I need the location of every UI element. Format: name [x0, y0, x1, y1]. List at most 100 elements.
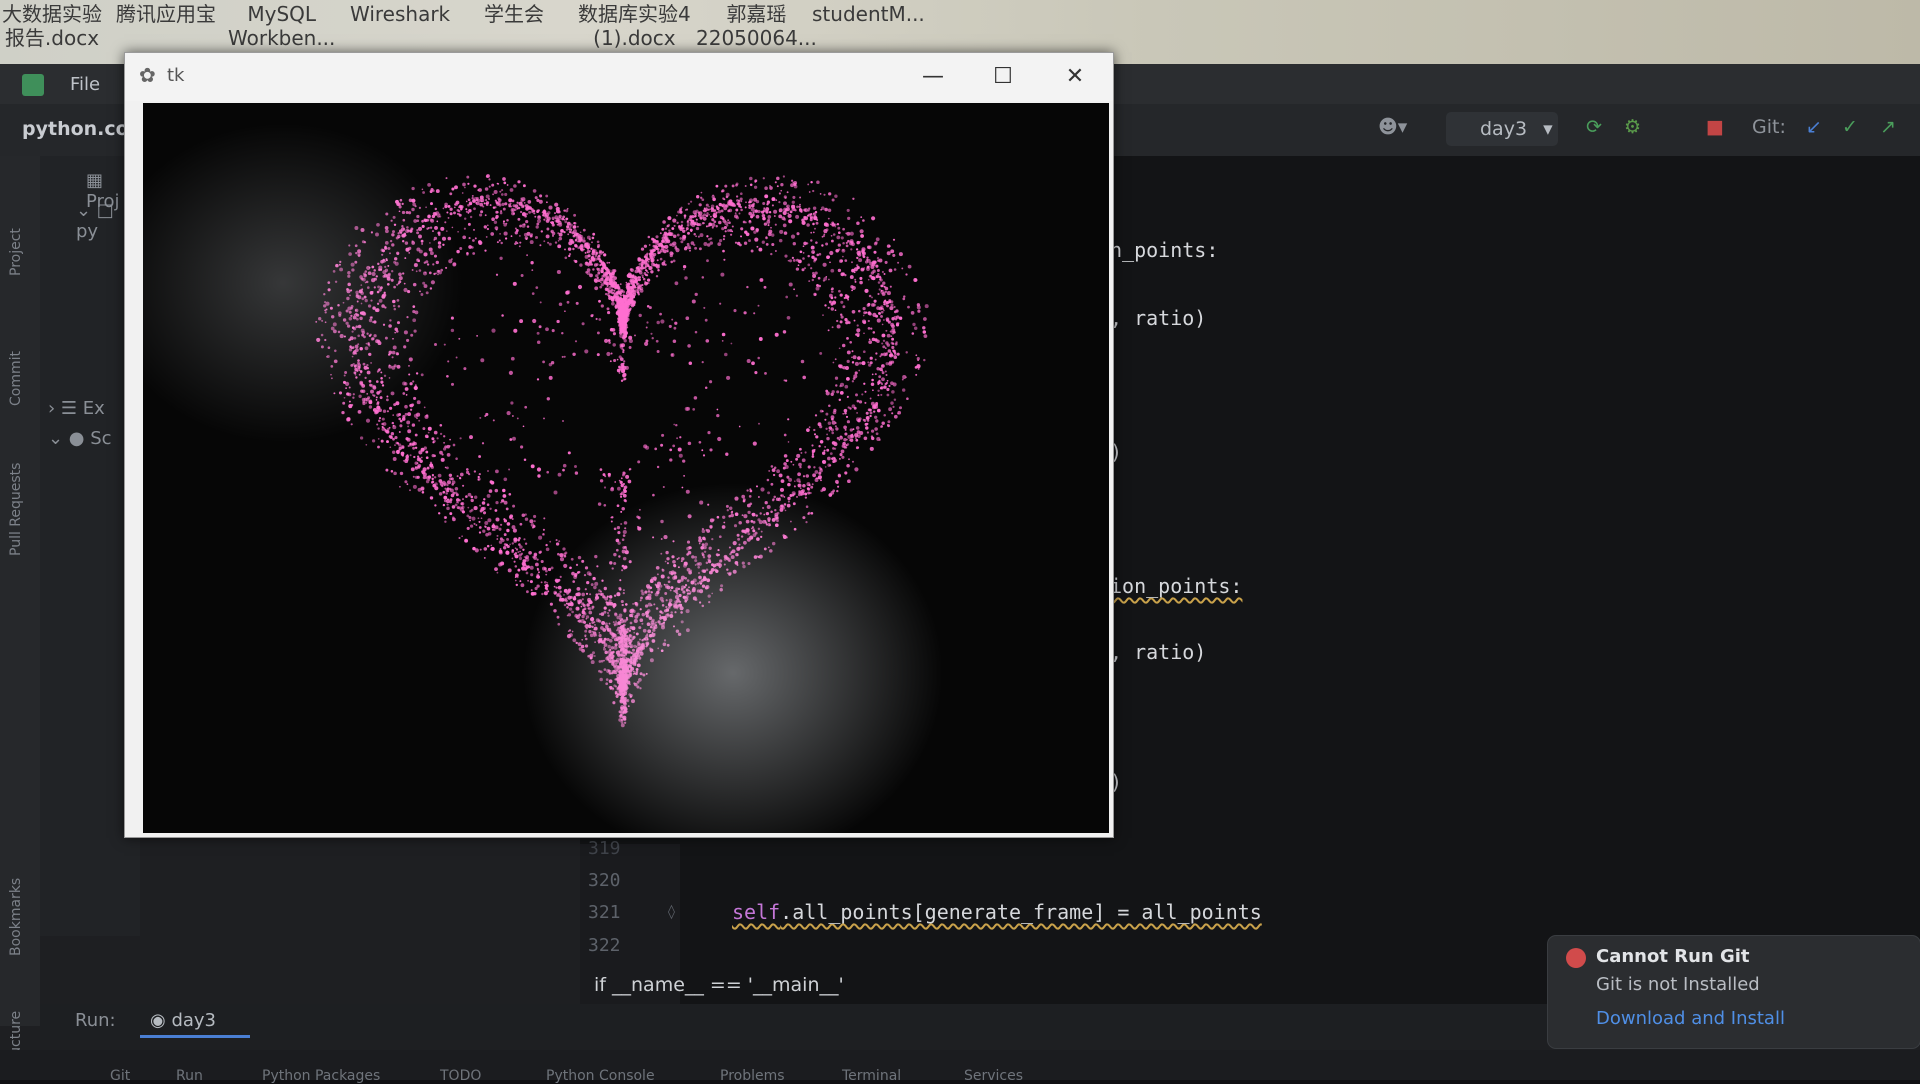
debug-icon[interactable]: ⚙ [1624, 116, 1641, 138]
heart-particle [471, 197, 474, 200]
heart-canvas[interactable] [143, 103, 1109, 833]
bottom-tab-python-console[interactable]: Python Console [546, 1068, 655, 1084]
heart-particle [724, 352, 728, 357]
heart-particle [812, 206, 817, 210]
close-button[interactable]: ✕ [1045, 57, 1105, 97]
heart-particle [490, 232, 495, 236]
heart-particle [494, 488, 499, 493]
heart-particle [710, 215, 712, 218]
desktop-icon-tencent[interactable]: 腾讯应用宝 [116, 2, 216, 26]
bottom-tab-problems[interactable]: Problems [720, 1068, 785, 1084]
tool-bookmarks[interactable]: Bookmarks [8, 878, 24, 956]
heart-particle [766, 200, 771, 204]
heart-particle [637, 293, 640, 296]
heart-particle [521, 212, 527, 217]
heart-particle [886, 304, 889, 308]
heart-particle [530, 523, 535, 527]
tk-window[interactable]: ✿ tk — ☐ ✕ [124, 52, 1114, 838]
heart-particle [506, 184, 509, 186]
tool-commit[interactable]: Commit [8, 351, 24, 406]
desktop-icon-guo[interactable]: 郭嘉瑶 22050064... [696, 2, 817, 50]
heart-particle [453, 206, 456, 209]
heart-particle [452, 491, 456, 495]
heart-particle [491, 328, 496, 333]
bottom-tab-python-packages[interactable]: Python Packages [262, 1068, 380, 1084]
heart-particle [872, 331, 876, 334]
git-update-icon[interactable]: ↙ [1806, 116, 1822, 138]
desktop-icon-student-union[interactable]: 学生会 [484, 2, 544, 26]
heart-particle [449, 192, 453, 196]
heart-particle [780, 479, 785, 483]
heart-particle [906, 397, 909, 401]
download-install-link[interactable]: Download and Install [1596, 1008, 1785, 1029]
run-tab-day3[interactable]: ◉ day3 [150, 1010, 216, 1031]
heart-particle [393, 471, 397, 476]
bottom-tab-services[interactable]: Services [964, 1068, 1023, 1084]
breadcrumb-main[interactable]: if __name__ == '__main__' [594, 974, 844, 996]
desktop-icon-wireshark[interactable]: Wireshark [350, 2, 450, 26]
heart-particle [743, 311, 747, 315]
heart-particle [758, 422, 760, 425]
rerun-icon[interactable]: ⟳ [1586, 116, 1602, 138]
heart-particle [584, 349, 589, 354]
heart-particle [662, 485, 665, 489]
tree-item-scratches[interactable]: ⌄ ● Sc [48, 428, 112, 449]
menu-file[interactable]: File [70, 74, 100, 95]
heart-particle [467, 506, 470, 509]
heart-particle [672, 234, 677, 239]
heart-particle [641, 274, 644, 277]
heart-particle [472, 239, 475, 242]
branch-selector[interactable]: day3 ▾ [1446, 112, 1558, 146]
bottom-tab-todo[interactable]: TODO [440, 1068, 481, 1084]
desktop-icon-mysql[interactable]: MySQL Workben... [228, 2, 335, 50]
heart-particle [886, 343, 890, 347]
tool-pull-requests[interactable]: Pull Requests [8, 463, 24, 556]
bottom-tab-git[interactable]: Git [110, 1068, 130, 1084]
git-commit-icon[interactable]: ✓ [1842, 116, 1858, 138]
heart-particle [723, 206, 728, 211]
heart-particle [894, 318, 898, 321]
heart-particle [392, 414, 395, 416]
desktop-icon-db-lab[interactable]: 数据库实验4 (1).docx [578, 2, 691, 50]
heart-particle [871, 276, 876, 281]
heart-particle [609, 290, 613, 294]
minimize-button[interactable]: — [903, 57, 963, 97]
bottom-tab-terminal[interactable]: Terminal [842, 1068, 901, 1084]
heart-particle [834, 425, 837, 428]
stop-icon[interactable]: ■ [1706, 116, 1724, 138]
heart-particle [432, 189, 435, 193]
heart-particle [905, 351, 908, 354]
heart-particle [806, 223, 810, 227]
tree-item-external[interactable]: › ☰ Ex [48, 398, 105, 419]
heart-particle [622, 331, 625, 334]
heart-particle [481, 442, 485, 445]
tool-project[interactable]: Project [8, 228, 24, 276]
heart-particle [746, 285, 749, 289]
heart-particle [874, 427, 878, 431]
heart-particle [483, 498, 486, 501]
heart-particle [784, 464, 789, 470]
heart-particle [814, 470, 819, 474]
heart-particle [886, 333, 891, 338]
heart-particle [480, 210, 484, 214]
heart-particle [614, 481, 617, 483]
maximize-button[interactable]: ☐ [973, 57, 1033, 97]
desktop-icon-studentm[interactable]: studentM... [812, 2, 925, 26]
heart-particle [869, 414, 872, 418]
git-error-notification[interactable]: Cannot Run Git Git is not Installed Down… [1548, 936, 1920, 1048]
heart-particle [452, 516, 455, 519]
heart-particle [613, 293, 616, 296]
heart-particle [486, 224, 489, 227]
git-push-icon[interactable]: ↗ [1880, 116, 1896, 138]
heart-particle [396, 449, 400, 454]
heart-particle [674, 245, 677, 248]
user-icon[interactable]: ☻▾ [1378, 116, 1407, 138]
tk-titlebar[interactable]: ✿ tk — ☐ ✕ [125, 53, 1113, 101]
bottom-tab-run[interactable]: Run [176, 1068, 203, 1084]
heart-particle [678, 453, 683, 458]
desktop-icon-report[interactable]: 大数据实验 报告.docx [2, 2, 102, 50]
heart-particle [591, 241, 593, 244]
fold-marker-icon[interactable]: ◊ [668, 904, 675, 920]
heart-particle [915, 354, 918, 357]
heart-particle [786, 191, 789, 194]
